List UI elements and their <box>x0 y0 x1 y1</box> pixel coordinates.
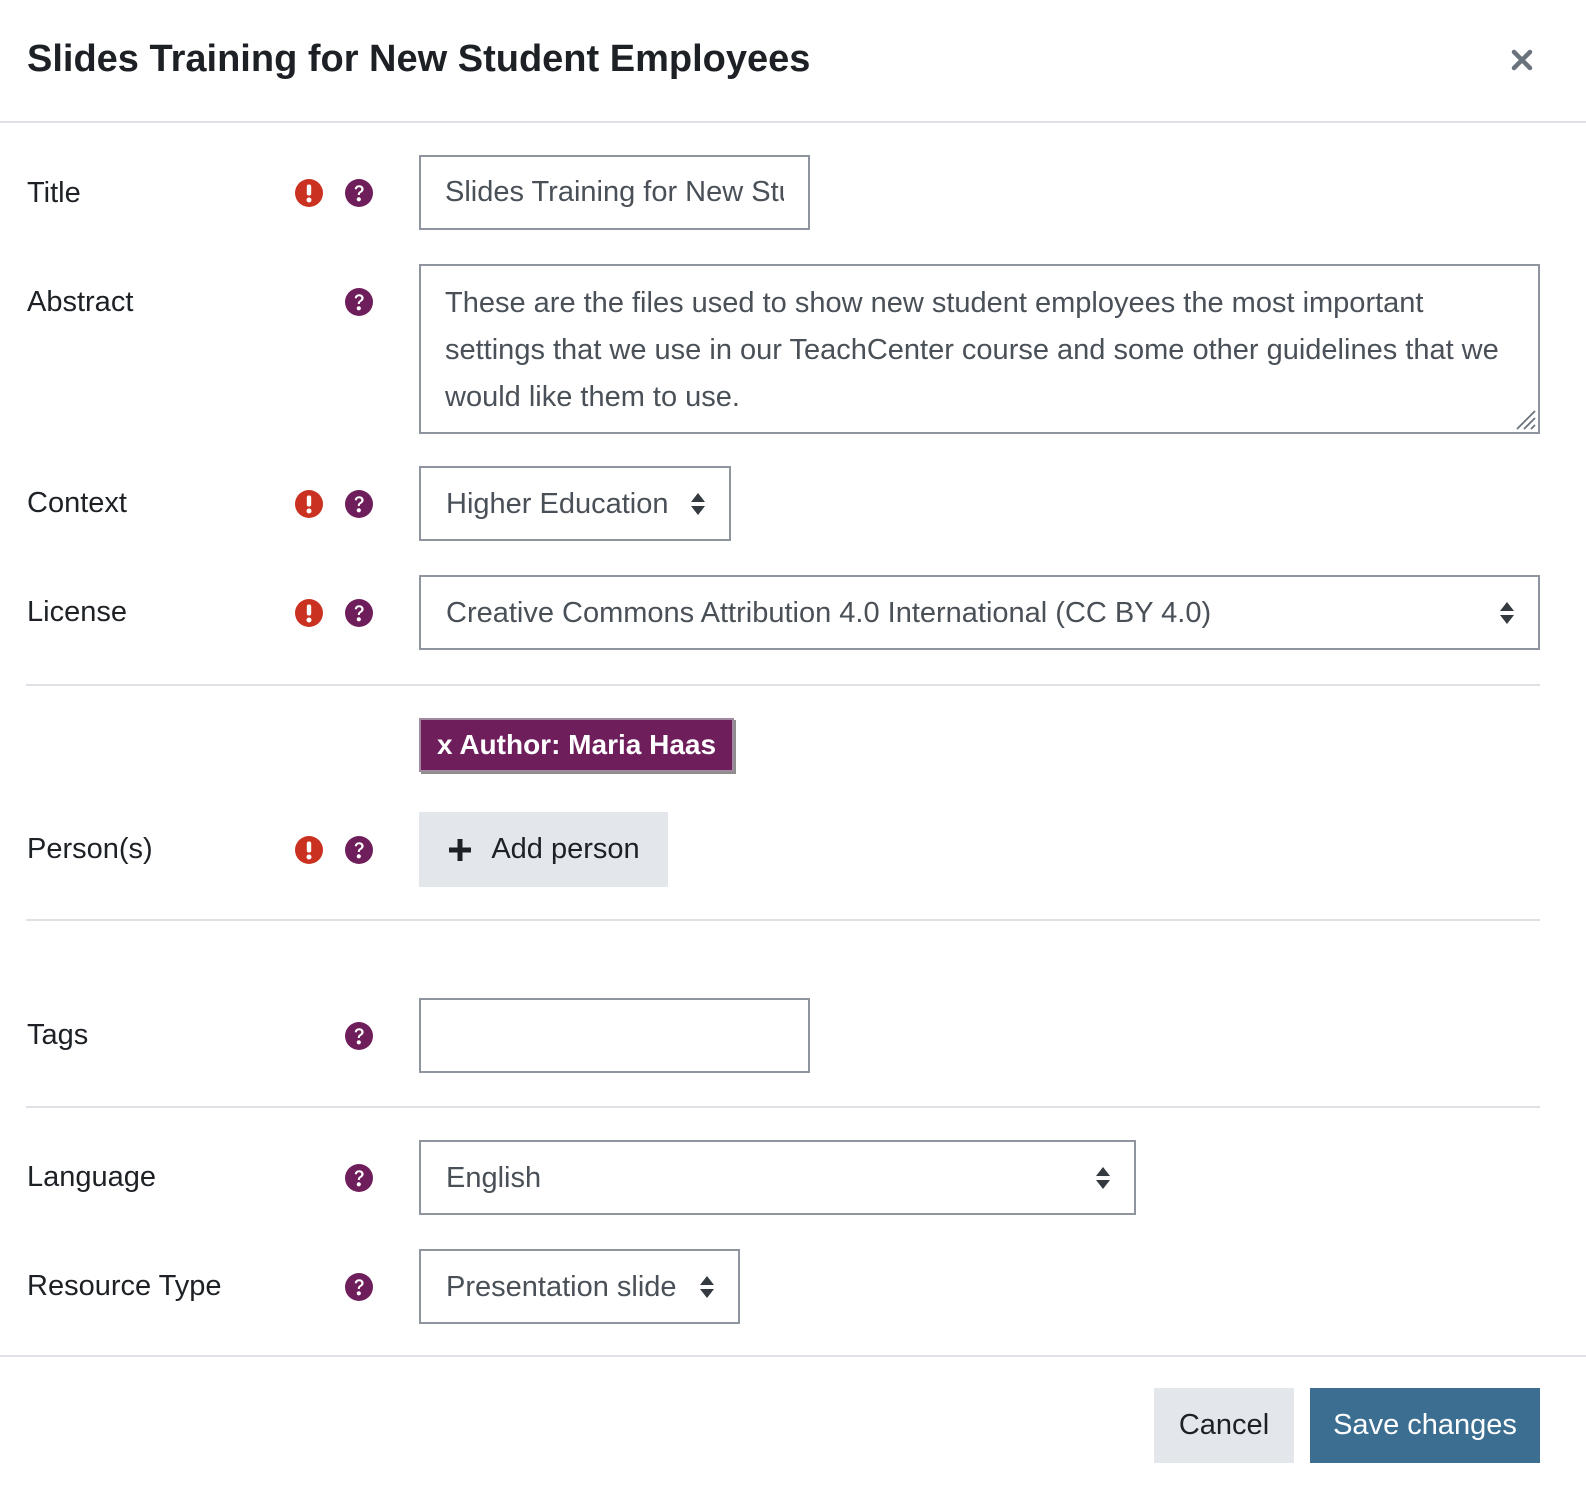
resource-type-label: Resource Type <box>27 1270 222 1302</box>
required-icon <box>294 598 324 628</box>
license-select[interactable]: Creative Commons Attribution 4.0 Interna… <box>419 575 1540 650</box>
help-icon[interactable] <box>344 1163 374 1193</box>
title-input[interactable] <box>419 155 810 230</box>
plus-icon <box>449 838 472 861</box>
required-icon <box>294 178 324 208</box>
language-label: Language <box>27 1161 157 1193</box>
sort-caret-icon <box>689 491 707 517</box>
title-label: Title <box>27 177 81 209</box>
dialog-header: Slides Training for New Student Employee… <box>0 0 1586 123</box>
abstract-wrapper: These are the files used to show new stu… <box>419 264 1540 434</box>
sort-caret-icon <box>1498 600 1516 626</box>
section-divider <box>26 919 1540 921</box>
required-icon <box>294 489 324 519</box>
resource-type-select-value: Presentation slide <box>446 1270 677 1303</box>
abstract-label: Abstract <box>27 286 134 318</box>
footer-divider <box>0 1355 1586 1357</box>
section-divider <box>26 684 1540 686</box>
language-select[interactable]: English <box>419 1140 1136 1215</box>
add-person-button[interactable]: Add person <box>419 812 668 887</box>
context-select-value: Higher Education <box>446 487 669 520</box>
abstract-textarea[interactable]: These are the files used to show new stu… <box>419 264 1540 434</box>
resource-type-select[interactable]: Presentation slide <box>419 1249 740 1324</box>
language-select-value: English <box>446 1161 542 1194</box>
context-label: Context <box>27 487 127 519</box>
tags-input[interactable] <box>419 998 810 1073</box>
help-icon[interactable] <box>344 1272 374 1302</box>
help-icon[interactable] <box>344 489 374 519</box>
help-icon[interactable] <box>344 287 374 317</box>
author-chip[interactable]: x Author: Maria Haas <box>419 718 735 772</box>
close-icon <box>1511 49 1533 71</box>
dialog-title: Slides Training for New Student Employee… <box>27 38 811 80</box>
edit-resource-dialog: Slides Training for New Student Employee… <box>0 0 1586 1508</box>
help-icon[interactable] <box>344 1021 374 1051</box>
required-icon <box>294 835 324 865</box>
license-select-value: Creative Commons Attribution 4.0 Interna… <box>446 596 1212 629</box>
resize-grip-icon[interactable] <box>1513 407 1537 431</box>
section-divider <box>26 1106 1540 1108</box>
save-changes-label: Save changes <box>1333 1409 1517 1441</box>
close-button[interactable] <box>1500 38 1544 82</box>
sort-caret-icon <box>698 1274 716 1300</box>
tags-label: Tags <box>27 1019 89 1051</box>
sort-caret-icon <box>1094 1165 1112 1191</box>
save-changes-button[interactable]: Save changes <box>1310 1388 1540 1463</box>
cancel-button[interactable]: Cancel <box>1154 1388 1294 1463</box>
persons-label: Person(s) <box>27 833 153 865</box>
cancel-label: Cancel <box>1178 1409 1270 1441</box>
help-icon[interactable] <box>344 598 374 628</box>
help-icon[interactable] <box>344 178 374 208</box>
add-person-label: Add person <box>491 833 640 865</box>
context-select[interactable]: Higher Education <box>419 466 731 541</box>
help-icon[interactable] <box>344 835 374 865</box>
license-label: License <box>27 596 127 628</box>
